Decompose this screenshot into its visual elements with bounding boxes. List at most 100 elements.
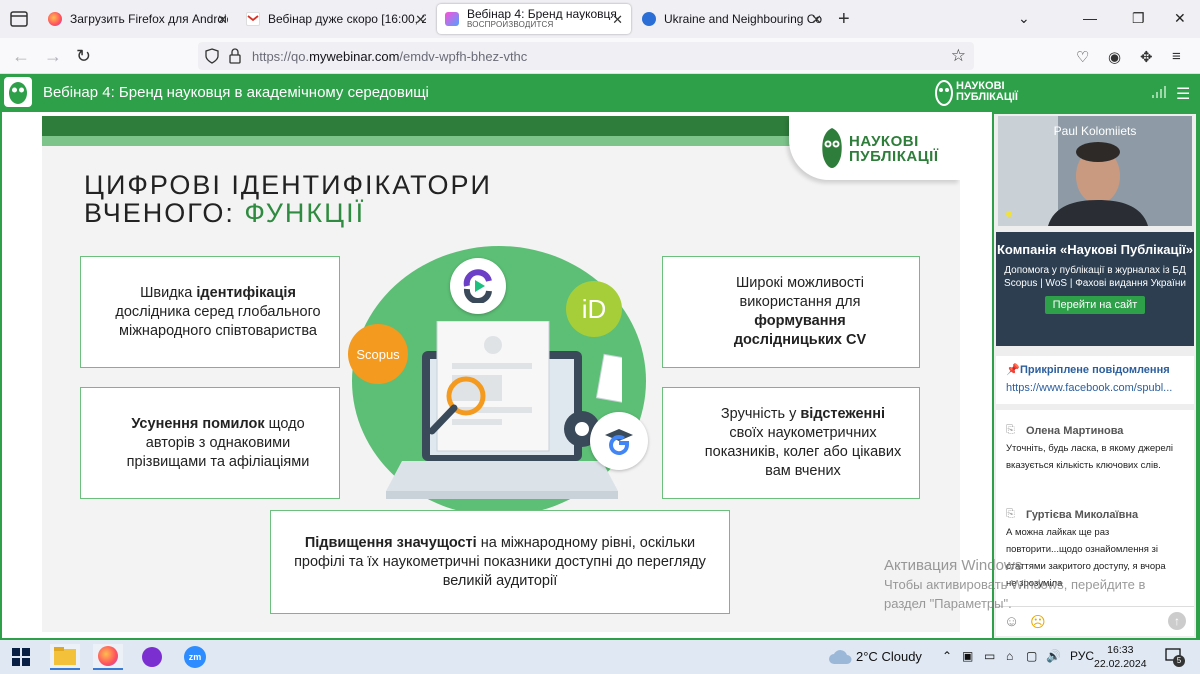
slide-title: ЦИФРОВІ ІДЕНТИФІКАТОРИ ВЧЕНОГО: ФУНКЦІЇ: [84, 171, 492, 227]
menu-icon[interactable]: ≡: [1172, 48, 1181, 65]
pocket-icon[interactable]: ♡: [1076, 48, 1089, 66]
hamburger-menu-icon[interactable]: ☰: [1176, 84, 1190, 104]
close-tab-icon[interactable]: ✕: [612, 12, 623, 28]
tab-ukraine[interactable]: Ukraine and Neighbouring Cou ✕: [634, 4, 830, 34]
clock[interactable]: 16:33 22.02.2024: [1094, 643, 1147, 671]
presenter-name: Paul Kolomiiets: [1053, 124, 1137, 138]
address-bar[interactable]: https://qo.mywebinar.com/emdv-wpfh-bhez-…: [198, 42, 974, 70]
navigation-bar: ← → ↻ https://qo.mywebinar.com/emdv-wpfh…: [0, 38, 1200, 74]
slide-area: НАУКОВІ ПУБЛІКАЦІЇ ЦИФРОВІ ІДЕНТИФІКАТОРИ…: [2, 112, 992, 638]
emoji-icon[interactable]: ☺: [1004, 613, 1019, 630]
owl-icon: [935, 80, 953, 106]
reaction-icon[interactable]: ☹: [1030, 613, 1046, 631]
company-card: Компанія «Наукові Публікації» Допомога у…: [996, 232, 1194, 346]
back-icon[interactable]: ←: [12, 46, 30, 67]
slide-title-line-1: ЦИФРОВІ ІДЕНТИФІКАТОРИ: [84, 170, 492, 200]
start-icon[interactable]: [6, 644, 36, 670]
tab-webinar-soon[interactable]: Вебінар дуже скоро [16:00, 22. ✕: [238, 4, 434, 34]
tab-title: Вебінар 4: Бренд науковця в а: [467, 9, 617, 20]
url-text[interactable]: https://qo.mywebinar.com/emdv-wpfh-bhez-…: [252, 49, 527, 64]
battery-icon[interactable]: ▭: [984, 649, 995, 663]
account-icon[interactable]: ◉: [1108, 48, 1121, 66]
tab-title: Ukraine and Neighbouring Cou: [664, 12, 822, 26]
tab-webinar-4[interactable]: Вебінар 4: Бренд науковця в а ВОСПРОИЗВО…: [437, 4, 631, 34]
orcid-label: iD: [581, 293, 607, 324]
card-identification: Швидка ідентифікація дослідника серед гл…: [80, 256, 340, 368]
cloud-icon[interactable]: [828, 649, 852, 665]
watermark-line-1: Активация Windows: [884, 557, 1023, 574]
chat-message-text: Уточніть, будь ласка, в якому джерелі вк…: [1006, 443, 1174, 471]
presentation-slide: НАУКОВІ ПУБЛІКАЦІЇ ЦИФРОВІ ІДЕНТИФІКАТОРИ…: [42, 116, 960, 632]
pin-icon: 📌: [1006, 364, 1020, 376]
webinar-header: Вебінар 4: Бренд науковця в академічному…: [0, 74, 1200, 110]
tab-title: Вебінар дуже скоро [16:00, 22.: [268, 12, 426, 26]
card-tracking: Зручність у відстеженні своїх наукометри…: [662, 387, 920, 499]
google-scholar-badge-icon: [590, 412, 648, 470]
company-name: Компанія «Наукові Публікації»: [996, 242, 1193, 257]
bookmark-star-icon[interactable]: ☆: [951, 46, 966, 66]
gmail-icon: [246, 12, 260, 26]
extensions-icon[interactable]: ✥: [1140, 48, 1153, 66]
card-significance: Підвищення значущості на міжнародному рі…: [270, 510, 730, 614]
chevron-down-icon[interactable]: ⌄: [1018, 10, 1030, 27]
brand-line-2: ПУБЛІКАЦІЇ: [956, 91, 1018, 103]
display-icon[interactable]: ▢: [1026, 649, 1037, 663]
slide-logo-line-2: ПУБЛІКАЦІЇ: [849, 148, 939, 165]
scopus-badge-icon: Scopus: [348, 324, 408, 384]
language-indicator[interactable]: РУС: [1070, 649, 1094, 663]
laptop-illustration: [386, 321, 622, 499]
close-tab-icon[interactable]: ✕: [415, 12, 426, 28]
close-tab-icon[interactable]: ✕: [811, 12, 822, 28]
new-tab-icon[interactable]: +: [838, 8, 850, 31]
firefox-taskbar-icon[interactable]: [93, 644, 123, 670]
chat-message-icon: ⎘: [1006, 424, 1015, 436]
windows-taskbar: zm 2°C Cloudy ⌃ ▣ ▭ ⌂ ▢ 🔊 РУС 16:33 22.0…: [0, 640, 1200, 674]
chat-message-icon: ⎘: [1006, 508, 1015, 520]
lock-icon[interactable]: [228, 48, 242, 64]
chat-author: Олена Мартинова: [1026, 425, 1124, 437]
owl-icon: [822, 128, 842, 168]
browser-tab-strip: Загрузить Firefox для Android ✕ Вебінар …: [0, 0, 1200, 38]
slide-logo-line-1: НАУКОВІ: [849, 133, 919, 150]
presenter-video[interactable]: Paul Kolomiiets: [998, 116, 1192, 226]
card-errors: Усунення помилок щодо авторів з однакови…: [80, 387, 340, 499]
signal-icon: [1152, 86, 1166, 98]
orcid-badge-icon: iD: [566, 281, 622, 337]
reload-icon[interactable]: ↻: [76, 46, 91, 67]
brand-logo: НАУКОВІ ПУБЛІКАЦІЇ: [934, 77, 1024, 107]
private-browsing-icon[interactable]: [137, 644, 167, 670]
publons-badge-icon: [450, 258, 506, 314]
scopus-label: Scopus: [356, 346, 400, 362]
shield-icon[interactable]: [204, 48, 220, 64]
mywebinar-icon: [445, 12, 459, 26]
zoom-icon[interactable]: zm: [180, 644, 210, 670]
clock-date: 22.02.2024: [1094, 658, 1147, 670]
watermark-line-3: раздел "Параметры".: [884, 596, 1012, 611]
restore-icon[interactable]: ❐: [1132, 10, 1145, 27]
chat-author: Гуртієва Миколаївна: [1026, 509, 1139, 521]
chevron-up-icon[interactable]: ⌃: [942, 649, 952, 663]
firefox-icon: [48, 12, 62, 26]
file-explorer-icon[interactable]: [50, 644, 80, 670]
pinned-link[interactable]: https://www.facebook.com/spubl...: [1006, 382, 1186, 394]
pinned-message: 📌 Прикріплене повідомлення https://www.f…: [996, 356, 1194, 404]
weather-widget[interactable]: 2°C Cloudy: [856, 649, 922, 664]
slide-logo: НАУКОВІ ПУБЛІКАЦІЇ: [789, 116, 960, 180]
minimize-icon[interactable]: —: [1083, 10, 1097, 26]
pinned-label: Прикріплене повідомлення: [1020, 364, 1170, 376]
globe-icon: [642, 12, 656, 26]
send-icon[interactable]: ↑: [1168, 612, 1186, 630]
notification-count: 5: [1173, 655, 1185, 667]
notifications-icon[interactable]: 5: [1164, 646, 1185, 667]
close-tab-icon[interactable]: ✕: [217, 12, 228, 28]
tab-list-icon[interactable]: [8, 8, 30, 30]
volume-icon[interactable]: 🔊: [1046, 649, 1061, 663]
network-icon[interactable]: ⌂: [1006, 649, 1013, 663]
windows-activation-watermark: Активация Windows Чтобы активировать Win…: [884, 556, 1145, 613]
tab-firefox-android[interactable]: Загрузить Firefox для Android ✕: [40, 4, 236, 34]
clock-time: 16:33: [1107, 644, 1134, 656]
meet-icon[interactable]: ▣: [962, 649, 973, 663]
visit-site-button[interactable]: Перейти на сайт: [1044, 296, 1146, 314]
close-window-icon[interactable]: ✕: [1174, 10, 1186, 27]
forward-icon[interactable]: →: [44, 46, 62, 67]
